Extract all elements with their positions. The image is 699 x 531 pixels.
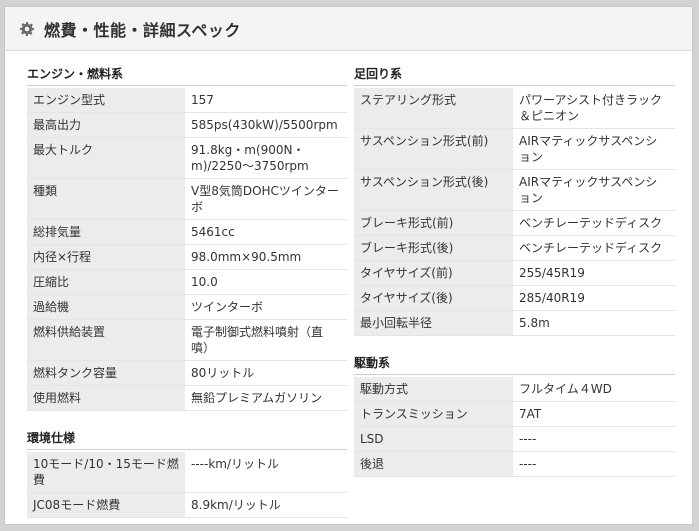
spec-value: 80リットル	[185, 361, 347, 386]
spec-row: タイヤサイズ(後) 285/40R19	[354, 286, 675, 311]
spec-row: 内径×行程 98.0mm×90.5mm	[27, 245, 347, 270]
spec-label: 後退	[354, 452, 513, 477]
page-title: 燃費・性能・詳細スペック	[44, 20, 241, 40]
spec-row: 圧縮比 10.0	[27, 270, 347, 295]
spec-label: 総排気量	[27, 220, 185, 245]
spec-label: 最大トルク	[27, 138, 185, 179]
spec-row: 燃料タンク容量 80リットル	[27, 361, 347, 386]
spec-row: 総排気量 5461cc	[27, 220, 347, 245]
spec-label: LSD	[354, 427, 513, 452]
engine-spec-table: エンジン型式 157 最高出力 585ps(430kW)/5500rpm 最大トルク 91…	[27, 88, 347, 411]
spec-value: ツインターボ	[185, 295, 347, 320]
spec-value: ----	[513, 427, 675, 452]
spec-row: 10モード/10・15モード燃費 ----km/リットル	[27, 452, 347, 493]
spec-value: 10.0	[185, 270, 347, 295]
spec-value: 7AT	[513, 402, 675, 427]
spec-row: エンジン型式 157	[27, 88, 347, 113]
spec-value: 157	[185, 88, 347, 113]
spec-row: 最大トルク 91.8kg・m(900N・m)/2250〜3750rpm	[27, 138, 347, 179]
spec-row: トランスミッション 7AT	[354, 402, 675, 427]
spec-value: 285/40R19	[513, 286, 675, 311]
spec-value: 5461cc	[185, 220, 347, 245]
section-title-drivetrain: 駆動系	[354, 352, 675, 375]
spec-value: ----	[513, 452, 675, 477]
spec-label: 燃料タンク容量	[27, 361, 185, 386]
spec-row: ブレーキ形式(後) ベンチレーテッドディスク	[354, 236, 675, 261]
spec-label: 最高出力	[27, 113, 185, 138]
spec-row: 種類 V型8気筒DOHCツインターボ	[27, 179, 347, 220]
panel-header: 燃費・性能・詳細スペック	[5, 7, 692, 51]
spec-label: 最小回転半径	[354, 311, 513, 336]
spec-row: LSD ----	[354, 427, 675, 452]
spec-value: AIRマティックサスペンション	[513, 129, 675, 170]
spec-label: 過給機	[27, 295, 185, 320]
spec-row: JC08モード燃費 8.9km/リットル	[27, 493, 347, 518]
spec-label: 燃料供給装置	[27, 320, 185, 361]
suspension-spec-table: ステアリング形式 パワーアシスト付きラック＆ピニオン サスペンション形式(前) AIR…	[354, 88, 675, 336]
spec-label: 駆動方式	[354, 377, 513, 402]
drivetrain-spec-table: 駆動方式 フルタイム４WD トランスミッション 7AT LSD ---- 後退 ----	[354, 377, 675, 477]
spec-label: トランスミッション	[354, 402, 513, 427]
spec-body: エンジン・燃料系 エンジン型式 157 最高出力 585ps(430kW)/5500r…	[5, 51, 692, 524]
spec-label: ブレーキ形式(前)	[354, 211, 513, 236]
spec-row: 過給機 ツインターボ	[27, 295, 347, 320]
spec-value: 8.9km/リットル	[185, 493, 347, 518]
environment-spec-table: 10モード/10・15モード燃費 ----km/リットル JC08モード燃費 8.9k…	[27, 452, 347, 518]
spec-value: 98.0mm×90.5mm	[185, 245, 347, 270]
spec-label: 内径×行程	[27, 245, 185, 270]
section-title-environment: 環境仕様	[27, 427, 347, 450]
left-column: エンジン・燃料系 エンジン型式 157 最高出力 585ps(430kW)/5500r…	[27, 51, 347, 518]
section-title-engine: エンジン・燃料系	[27, 63, 347, 86]
section-title-suspension: 足回り系	[354, 63, 675, 86]
spec-label: 種類	[27, 179, 185, 220]
spec-row: 燃料供給装置 電子制御式燃料噴射（直噴）	[27, 320, 347, 361]
spec-label: タイヤサイズ(後)	[354, 286, 513, 311]
spec-value: 585ps(430kW)/5500rpm	[185, 113, 347, 138]
spec-value: ----km/リットル	[185, 452, 347, 493]
spec-value: ベンチレーテッドディスク	[513, 236, 675, 261]
spec-value: AIRマティックサスペンション	[513, 170, 675, 211]
spec-row: 最高出力 585ps(430kW)/5500rpm	[27, 113, 347, 138]
spec-value: 無鉛プレミアムガソリン	[185, 386, 347, 411]
spec-label: ブレーキ形式(後)	[354, 236, 513, 261]
spec-row: サスペンション形式(前) AIRマティックサスペンション	[354, 129, 675, 170]
spec-label: 使用燃料	[27, 386, 185, 411]
spec-value: パワーアシスト付きラック＆ピニオン	[513, 88, 675, 129]
spec-value: ベンチレーテッドディスク	[513, 211, 675, 236]
spec-row: サスペンション形式(後) AIRマティックサスペンション	[354, 170, 675, 211]
spec-row: ステアリング形式 パワーアシスト付きラック＆ピニオン	[354, 88, 675, 129]
spec-label: JC08モード燃費	[27, 493, 185, 518]
gear-icon	[19, 21, 35, 37]
spec-row: タイヤサイズ(前) 255/45R19	[354, 261, 675, 286]
spec-label: エンジン型式	[27, 88, 185, 113]
spec-label: サスペンション形式(後)	[354, 170, 513, 211]
spec-value: 5.8m	[513, 311, 675, 336]
spec-value: フルタイム４WD	[513, 377, 675, 402]
spec-value: V型8気筒DOHCツインターボ	[185, 179, 347, 220]
spec-row: 最小回転半径 5.8m	[354, 311, 675, 336]
spec-label: タイヤサイズ(前)	[354, 261, 513, 286]
spec-label: ステアリング形式	[354, 88, 513, 129]
spec-label: 10モード/10・15モード燃費	[27, 452, 185, 493]
spec-row: 後退 ----	[354, 452, 675, 477]
right-column: 足回り系 ステアリング形式 パワーアシスト付きラック＆ピニオン サスペンション形式(…	[354, 51, 675, 477]
spec-value: 255/45R19	[513, 261, 675, 286]
spec-value: 91.8kg・m(900N・m)/2250〜3750rpm	[185, 138, 347, 179]
spec-row: 駆動方式 フルタイム４WD	[354, 377, 675, 402]
spec-label: サスペンション形式(前)	[354, 129, 513, 170]
spec-row: ブレーキ形式(前) ベンチレーテッドディスク	[354, 211, 675, 236]
spec-row: 使用燃料 無鉛プレミアムガソリン	[27, 386, 347, 411]
spec-panel: 燃費・性能・詳細スペック エンジン・燃料系 エンジン型式 157 最高出力 585ps…	[4, 6, 693, 525]
spec-label: 圧縮比	[27, 270, 185, 295]
spec-value: 電子制御式燃料噴射（直噴）	[185, 320, 347, 361]
